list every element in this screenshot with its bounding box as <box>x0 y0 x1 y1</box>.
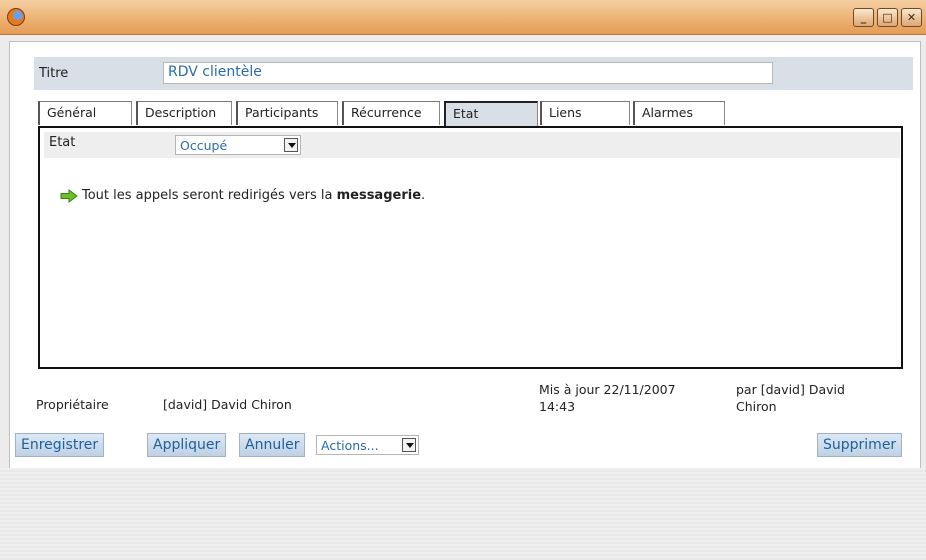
maximize-button[interactable]: □ <box>877 8 898 27</box>
info-bold: messagerie <box>336 188 422 203</box>
tab-alarmes[interactable]: Alarmes <box>633 101 725 125</box>
tab-panel-etat: Etat Occupé Tout les appels seront redir… <box>38 126 903 369</box>
etat-select[interactable]: Occupé <box>175 135 301 155</box>
title-label: Titre <box>39 66 69 81</box>
save-button[interactable]: Enregistrer <box>15 433 105 457</box>
title-row: Titre RDV clientèle <box>34 57 913 90</box>
tab-etat[interactable]: Etat <box>444 101 538 127</box>
chevron-down-icon <box>402 438 416 452</box>
close-button[interactable]: ✕ <box>901 8 922 27</box>
info-prefix: Tout les appels seront redirigés vers la <box>82 188 337 203</box>
etat-row: Etat Occupé <box>44 132 900 158</box>
firefox-icon <box>7 8 25 26</box>
etat-label: Etat <box>49 135 76 150</box>
actions-select[interactable]: Actions... <box>316 435 419 455</box>
tab-description[interactable]: Description <box>136 101 232 125</box>
tab-general[interactable]: Général <box>38 101 132 125</box>
tab-participants[interactable]: Participants <box>236 101 338 125</box>
updated-info: Mis à jour 22/11/2007 14:43 <box>539 381 676 415</box>
updated-by-line2: Chiron <box>736 399 777 414</box>
cancel-button[interactable]: Annuler <box>239 433 306 457</box>
green-arrow-icon <box>60 188 78 203</box>
owner-value: [david] David Chiron <box>163 397 292 412</box>
tab-liens[interactable]: Liens <box>540 101 630 125</box>
info-text: Tout les appels seront redirigés vers la… <box>82 188 425 203</box>
etat-select-value: Occupé <box>180 138 228 153</box>
event-dialog: Titre RDV clientèle Général Description … <box>9 41 921 469</box>
apply-button[interactable]: Appliquer <box>147 433 227 457</box>
updated-by-line1: par [david] David <box>736 382 845 397</box>
updated-by: par [david] David Chiron <box>736 381 845 415</box>
actions-select-value: Actions... <box>321 438 379 453</box>
info-message: Tout les appels seront redirigés vers la… <box>60 188 425 203</box>
minimize-button[interactable]: _ <box>853 8 874 27</box>
tab-recurrence[interactable]: Récurrence <box>342 101 440 125</box>
background-area <box>0 468 926 560</box>
updated-line1: Mis à jour 22/11/2007 <box>539 382 676 397</box>
delete-button[interactable]: Supprimer <box>817 433 903 457</box>
title-input[interactable]: RDV clientèle <box>163 62 773 84</box>
chevron-down-icon <box>284 138 298 152</box>
info-suffix: . <box>421 188 426 203</box>
owner-label: Propriétaire <box>36 397 109 412</box>
window-titlebar[interactable]: _ □ ✕ <box>0 0 926 35</box>
updated-line2: 14:43 <box>539 399 576 414</box>
